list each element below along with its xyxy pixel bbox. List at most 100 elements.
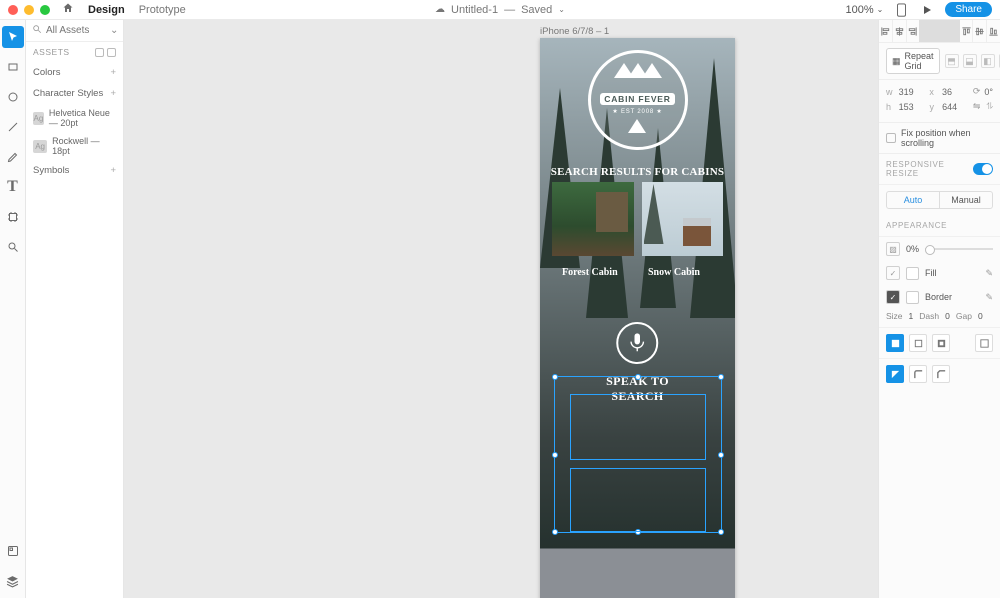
align-vcenter-button[interactable] bbox=[973, 20, 987, 42]
align-controls bbox=[879, 20, 1000, 43]
width-input[interactable]: 319 bbox=[899, 87, 926, 97]
join-row bbox=[879, 358, 1000, 389]
canvas[interactable]: iPhone 6/7/8 – 1 Cabin Fever ★ EST 2008 … bbox=[124, 20, 878, 598]
transform-section: w319 x36 ⟳ 0° h153 y644 ⇋ ⥮ bbox=[879, 80, 1000, 123]
rotation-input[interactable]: 0° bbox=[984, 87, 993, 97]
resize-handle[interactable] bbox=[552, 529, 558, 535]
fix-position-row[interactable]: Fix position when scrolling bbox=[879, 123, 1000, 154]
fill-checkbox[interactable]: ✓ bbox=[886, 266, 900, 280]
card-image bbox=[552, 182, 634, 256]
stroke-center-button[interactable] bbox=[909, 334, 927, 352]
align-right-button[interactable] bbox=[907, 20, 920, 42]
intersect-button[interactable]: ◧ bbox=[981, 54, 995, 68]
subtract-button[interactable]: ⬓ bbox=[963, 54, 977, 68]
card-label: Forest Cabin bbox=[562, 267, 618, 278]
tool-rail: T bbox=[0, 20, 26, 598]
asset-search[interactable]: ⌄ bbox=[26, 20, 123, 42]
zoom-level[interactable]: 100% ⌄ bbox=[845, 4, 883, 16]
seg-auto[interactable]: Auto bbox=[887, 192, 940, 208]
character-styles-section[interactable]: Character Styles+ bbox=[26, 83, 123, 104]
opacity-slider[interactable] bbox=[925, 248, 993, 250]
align-left-button[interactable] bbox=[879, 20, 893, 42]
stroke-outer-button[interactable] bbox=[932, 334, 950, 352]
view-list-icon[interactable] bbox=[95, 48, 104, 57]
play-button[interactable] bbox=[919, 2, 935, 18]
tab-design[interactable]: Design bbox=[88, 4, 125, 16]
mode-tabs: Design Prototype bbox=[88, 4, 186, 16]
x-input[interactable]: 36 bbox=[942, 87, 969, 97]
asset-search-input[interactable] bbox=[46, 25, 106, 36]
flip-v-button[interactable]: ⥮ bbox=[986, 101, 993, 112]
grid-icon: ▦ bbox=[892, 56, 901, 67]
type-swatch-icon: Ag bbox=[33, 112, 44, 125]
tool-select[interactable] bbox=[2, 26, 24, 48]
colors-section[interactable]: Colors+ bbox=[26, 62, 123, 83]
y-input[interactable]: 644 bbox=[942, 102, 969, 112]
symbols-section[interactable]: Symbols+ bbox=[26, 160, 123, 181]
chevron-down-icon[interactable]: ⌄ bbox=[110, 25, 118, 36]
flip-h-button[interactable]: ⇋ bbox=[973, 101, 981, 112]
home-icon[interactable] bbox=[62, 1, 74, 19]
share-button[interactable]: Share bbox=[945, 2, 992, 17]
resize-handle[interactable] bbox=[635, 374, 641, 380]
resize-handle[interactable] bbox=[718, 452, 724, 458]
plus-icon[interactable]: + bbox=[110, 67, 116, 78]
checkbox[interactable] bbox=[886, 133, 896, 143]
align-hcenter-button[interactable] bbox=[893, 20, 907, 42]
join-bevel-button[interactable] bbox=[932, 365, 950, 383]
tab-prototype[interactable]: Prototype bbox=[139, 4, 186, 16]
result-card bbox=[552, 182, 634, 256]
minimize-window[interactable] bbox=[24, 5, 34, 15]
tool-ellipse[interactable] bbox=[2, 86, 24, 108]
fill-swatch[interactable] bbox=[906, 267, 919, 280]
close-window[interactable] bbox=[8, 5, 18, 15]
stroke-dash-input[interactable]: 0 bbox=[945, 311, 950, 321]
device-preview-button[interactable] bbox=[893, 2, 909, 18]
selection-inner bbox=[570, 394, 706, 460]
artboard-label[interactable]: iPhone 6/7/8 – 1 bbox=[540, 26, 609, 37]
tool-zoom[interactable] bbox=[2, 236, 24, 258]
assets-panel-toggle[interactable] bbox=[2, 540, 24, 562]
boolean-ops: ⬒ ⬓ ◧ ◨ bbox=[945, 54, 1000, 68]
layers-panel-toggle[interactable] bbox=[2, 570, 24, 592]
height-input[interactable]: 153 bbox=[899, 102, 926, 112]
view-grid-icon[interactable] bbox=[107, 48, 116, 57]
stroke-gap-input[interactable]: 0 bbox=[978, 311, 983, 321]
resize-handle[interactable] bbox=[718, 374, 724, 380]
stroke-align-row bbox=[879, 327, 1000, 358]
tool-pen[interactable] bbox=[2, 146, 24, 168]
join-round-button[interactable] bbox=[909, 365, 927, 383]
opacity-row: ▨ 0% bbox=[879, 237, 1000, 261]
plus-icon[interactable]: + bbox=[110, 165, 116, 176]
responsive-toggle[interactable] bbox=[973, 163, 993, 175]
tool-artboard[interactable] bbox=[2, 206, 24, 228]
align-bottom-button[interactable] bbox=[987, 20, 1000, 42]
border-checkbox[interactable]: ✓ bbox=[886, 290, 900, 304]
rotate-icon[interactable]: ⟳ bbox=[973, 86, 981, 97]
card-image bbox=[642, 182, 724, 256]
eyedropper-icon[interactable]: ✎ bbox=[985, 268, 993, 279]
stroke-inner-button[interactable] bbox=[886, 334, 904, 352]
opacity-value[interactable]: 0% bbox=[906, 244, 919, 254]
border-swatch[interactable] bbox=[906, 291, 919, 304]
align-top-button[interactable] bbox=[960, 20, 974, 42]
stroke-size-input[interactable]: 1 bbox=[909, 311, 914, 321]
character-style-item[interactable]: Ag Rockwell — 18pt bbox=[26, 132, 123, 160]
union-button[interactable]: ⬒ bbox=[945, 54, 959, 68]
tool-text[interactable]: T bbox=[2, 176, 24, 198]
document-title[interactable]: ☁ Untitled-1 — Saved ⌄ bbox=[435, 4, 565, 16]
resize-handle[interactable] bbox=[552, 452, 558, 458]
tool-rectangle[interactable] bbox=[2, 56, 24, 78]
repeat-grid-button[interactable]: ▦ Repeat Grid bbox=[886, 48, 940, 74]
character-style-item[interactable]: Ag Helvetica Neue — 20pt bbox=[26, 104, 123, 132]
resize-handle[interactable] bbox=[552, 374, 558, 380]
plus-icon[interactable]: + bbox=[110, 88, 116, 99]
cap-options-button[interactable] bbox=[975, 334, 993, 352]
eyedropper-icon[interactable]: ✎ bbox=[985, 292, 993, 303]
join-miter-button[interactable] bbox=[886, 365, 904, 383]
tool-line[interactable] bbox=[2, 116, 24, 138]
opacity-icon: ▨ bbox=[886, 242, 900, 256]
seg-manual[interactable]: Manual bbox=[940, 192, 992, 208]
resize-handle[interactable] bbox=[718, 529, 724, 535]
maximize-window[interactable] bbox=[40, 5, 50, 15]
